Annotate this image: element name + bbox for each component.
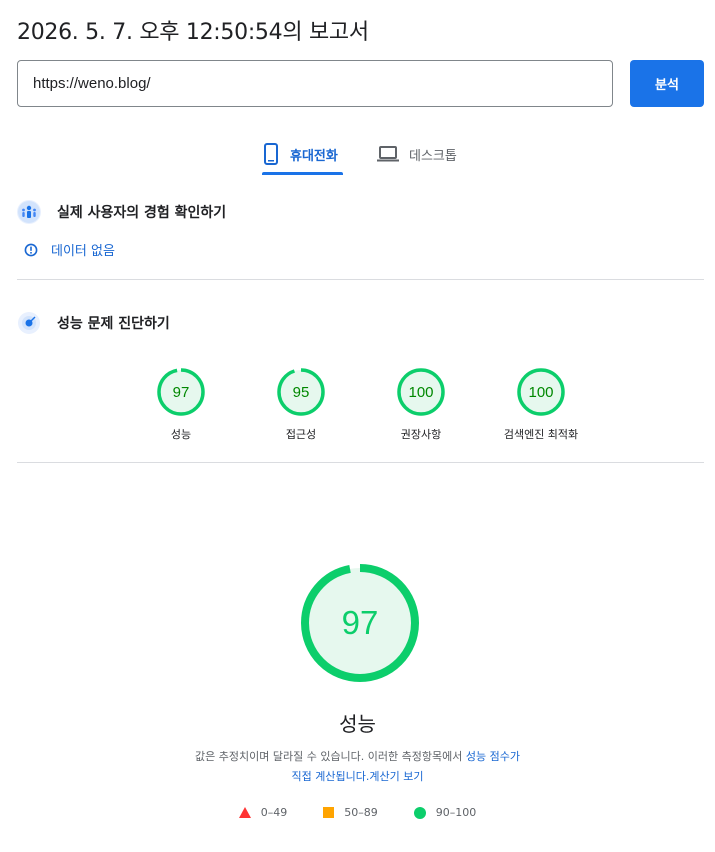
score-gauge-best-practices[interactable]: 100 권장사항 — [361, 368, 481, 442]
lab-data-title: 성능 문제 진단하기 — [57, 316, 170, 332]
tab-mobile[interactable]: 휴대전화 — [262, 134, 338, 174]
score-gauge-seo[interactable]: 100 검색엔진 최적화 — [481, 368, 601, 442]
triangle-icon — [238, 807, 251, 818]
score-disclaimer-line2: 직접 계산됩니다.계산기 보기 — [0, 768, 715, 784]
score-gauge-performance[interactable]: 97 성능 — [121, 368, 241, 442]
score-gauge-accessibility[interactable]: 95 접근성 — [241, 368, 361, 442]
url-input[interactable] — [17, 60, 613, 107]
disclaimer-text: 값은 추정치이며 달라질 수 있습니다. 이러한 측정항목에서 — [195, 750, 466, 763]
legend-range: 50–89 — [344, 806, 378, 819]
performance-label: 성능 — [339, 712, 376, 736]
info-icon — [24, 243, 38, 257]
score-disclaimer: 값은 추정치이며 달라질 수 있습니다. 이러한 측정항목에서 성능 점수가 — [0, 748, 715, 764]
laptop-icon — [377, 145, 399, 163]
score-ring: 97 — [157, 368, 205, 416]
score-value: 100 — [528, 384, 553, 401]
square-icon — [323, 807, 335, 818]
score-value: 97 — [173, 384, 190, 401]
score-ring: 100 — [517, 368, 565, 416]
score-calc-link-continued[interactable]: 직접 계산됩니다. — [292, 770, 370, 783]
legend-range: 0–49 — [260, 806, 288, 819]
circle-icon — [413, 806, 426, 819]
performance-score-gauge: 97 — [301, 564, 419, 682]
analyze-button[interactable]: 분석 — [630, 60, 704, 107]
legend-range: 90–100 — [435, 806, 477, 819]
legend-item-pass: 90–100 — [413, 806, 477, 819]
no-data-label: 데이터 없음 — [51, 244, 115, 259]
tab-desktop-label: 데스크톱 — [409, 148, 457, 164]
performance-score-value: 97 — [342, 604, 379, 641]
field-data-title: 실제 사용자의 경험 확인하기 — [57, 205, 227, 221]
legend-item-fail: 0–49 — [238, 806, 288, 819]
field-data-heading: 실제 사용자의 경험 확인하기 — [17, 200, 226, 224]
device-tabs: 휴대전화 데스크톱 — [0, 134, 715, 176]
tab-desktop[interactable]: 데스크톱 — [377, 134, 457, 174]
report-title: 2026. 5. 7. 오후 12:50:54의 보고서 — [17, 20, 369, 45]
score-label: 접근성 — [285, 428, 317, 441]
score-label: 검색엔진 최적화 — [503, 428, 579, 441]
score-ring: 100 — [397, 368, 445, 416]
tab-mobile-label: 휴대전화 — [290, 148, 338, 164]
legend-item-average: 50–89 — [323, 806, 378, 819]
score-ring: 95 — [277, 368, 325, 416]
score-value: 100 — [408, 384, 433, 401]
section-divider — [17, 462, 704, 463]
section-divider — [17, 279, 704, 280]
diagnose-icon — [17, 311, 41, 335]
active-tab-indicator — [262, 172, 343, 175]
users-icon — [17, 200, 41, 224]
score-legend: 0–49 50–89 90–100 — [0, 806, 715, 819]
no-data-notice: 데이터 없음 — [24, 240, 115, 259]
lab-data-heading: 성능 문제 진단하기 — [17, 311, 170, 335]
score-calc-link[interactable]: 성능 점수가 — [466, 750, 520, 763]
score-label: 권장사항 — [400, 428, 442, 441]
phone-icon — [262, 143, 280, 165]
calculator-link[interactable]: 계산기 보기 — [369, 770, 423, 783]
score-label: 성능 — [170, 428, 192, 441]
score-value: 95 — [293, 384, 310, 401]
